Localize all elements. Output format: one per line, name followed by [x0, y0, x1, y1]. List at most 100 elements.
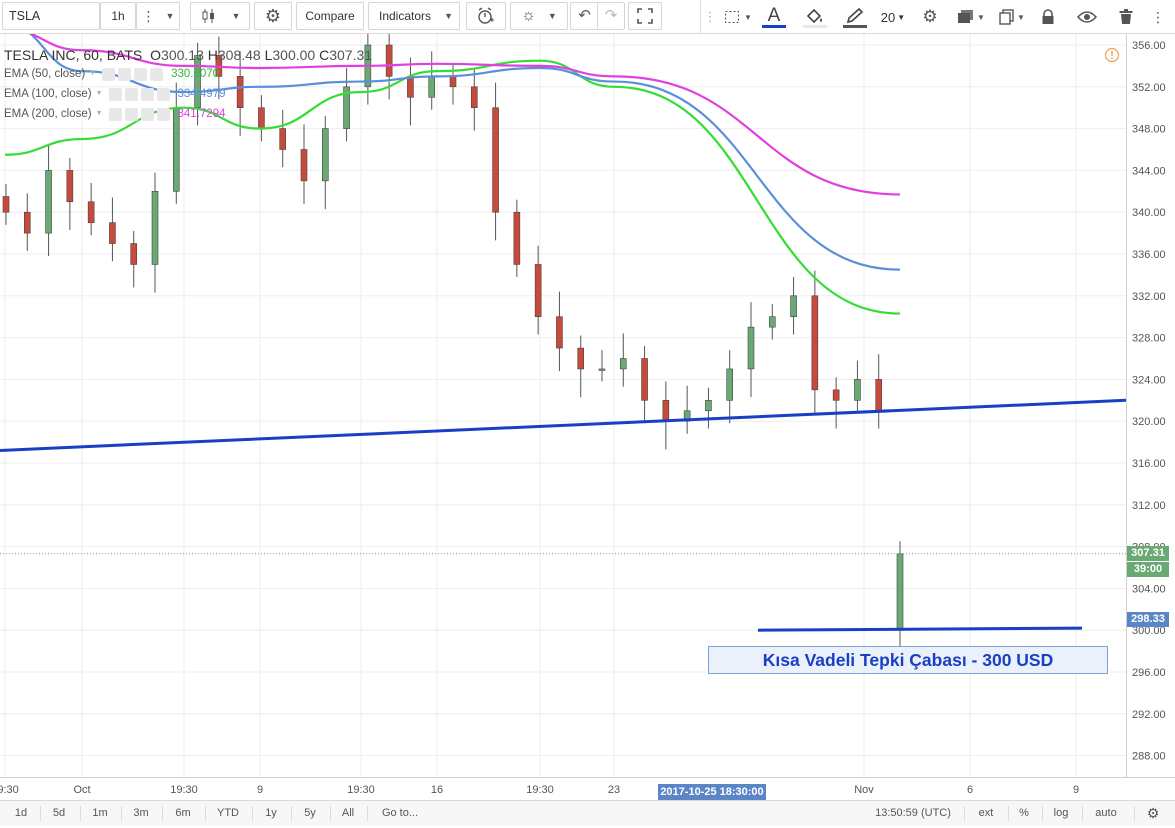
legend-ema100[interactable]: EMA (100, close) ▼ 334.4979	[4, 84, 372, 104]
eye-icon[interactable]	[108, 87, 122, 101]
divider	[367, 806, 368, 821]
fullscreen-icon	[637, 8, 653, 24]
y-tick-label: 312.00	[1132, 500, 1166, 512]
y-tick-label: 328.00	[1132, 333, 1166, 345]
visual-order-button[interactable]: ▼	[953, 4, 989, 30]
eye-icon[interactable]	[102, 67, 116, 81]
gear-icon[interactable]	[124, 107, 138, 121]
lightbulb-icon: ☼	[521, 7, 536, 24]
plus-icon[interactable]	[140, 87, 154, 101]
candle-up	[705, 399, 712, 412]
drawing-settings-button[interactable]: ⚙	[915, 4, 945, 30]
percent-toggle[interactable]: %	[1012, 801, 1036, 826]
range-ytd-button[interactable]: YTD	[209, 801, 247, 826]
line-width-button[interactable]: 20 ▼	[877, 4, 909, 30]
chevron-down-icon: ▼	[977, 12, 985, 22]
interval-menu-button[interactable]: ⋮ ▼	[136, 2, 180, 30]
hide-button[interactable]	[1073, 4, 1101, 30]
more-button[interactable]: ⋮	[1147, 4, 1169, 30]
indicators-button[interactable]: Indicators ▼	[368, 2, 460, 30]
legend-main-row[interactable]: TESLA INC, 60, BATS O300.13 H308.48 L300…	[4, 46, 372, 64]
range-1y-button[interactable]: 1y	[256, 801, 286, 826]
target-level-line	[757, 626, 1083, 632]
area-select-button[interactable]: ▼	[721, 4, 755, 30]
text-color-button[interactable]: A	[759, 4, 789, 30]
warning-icon[interactable]	[1104, 47, 1120, 63]
range-5y-button[interactable]: 5y	[295, 801, 325, 826]
divider	[291, 806, 292, 821]
plus-icon[interactable]	[134, 67, 148, 81]
interval-button[interactable]: 1h	[100, 2, 136, 30]
candle-down	[492, 107, 499, 213]
range-3m-button[interactable]: 3m	[125, 801, 157, 826]
compare-button[interactable]: Compare	[296, 2, 364, 30]
symbol-search-input[interactable]: TSLA	[2, 2, 100, 30]
divider	[121, 806, 122, 821]
fill-color-button[interactable]	[799, 4, 831, 30]
delete-button[interactable]	[1113, 4, 1139, 30]
candle-up	[598, 368, 606, 371]
y-tick-label: 332.00	[1132, 291, 1166, 303]
chart-style-button[interactable]: ▼	[190, 2, 250, 30]
close-label: C	[319, 47, 330, 63]
trash-icon	[1119, 9, 1133, 24]
legend-ema50[interactable]: EMA (50, close) ▼ 330.3070	[4, 64, 372, 84]
dashed-rect-icon	[725, 11, 740, 23]
candle-up	[151, 191, 159, 265]
auto-toggle[interactable]: auto	[1088, 801, 1124, 826]
divider	[162, 806, 163, 821]
range-5d-button[interactable]: 5d	[44, 801, 74, 826]
text-a-icon: A	[767, 5, 781, 26]
price-scale	[1126, 34, 1175, 777]
divider	[1042, 806, 1043, 821]
x-tick-label: 19:30	[170, 784, 198, 796]
price-chart[interactable]: 288.00292.00296.00300.00304.00308.00312.…	[0, 34, 1175, 800]
lock-button[interactable]	[1035, 4, 1061, 30]
eye-icon[interactable]	[108, 107, 122, 121]
candle-down	[556, 316, 563, 349]
candle-down	[534, 264, 542, 317]
candle-up	[321, 128, 329, 182]
layers-icon	[958, 10, 974, 23]
gear-icon[interactable]	[124, 87, 138, 101]
chevron-down-icon: ▼	[744, 12, 752, 22]
legend-ema200[interactable]: EMA (200, close) ▼ 341.7294	[4, 104, 372, 124]
close-icon[interactable]	[156, 107, 170, 121]
line-color-button[interactable]	[839, 4, 871, 30]
chart-area[interactable]: 288.00292.00296.00300.00304.00308.00312.…	[0, 34, 1175, 800]
drag-handle[interactable]: ⋮	[703, 4, 717, 30]
clone-button[interactable]: ▼	[995, 4, 1029, 30]
range-1d-button[interactable]: 1d	[6, 801, 36, 826]
candle-down	[23, 211, 31, 234]
plus-icon[interactable]	[140, 107, 154, 121]
ideas-button[interactable]: ☼ ▼	[510, 2, 568, 30]
annotation-text[interactable]: Kısa Vadeli Tepki Çabası - 300 USD	[708, 646, 1108, 674]
open-label: O	[150, 47, 162, 63]
range-all-button[interactable]: All	[334, 801, 362, 826]
ext-toggle[interactable]: ext	[968, 801, 1004, 826]
eye-icon	[1077, 11, 1097, 23]
redo-button[interactable]: ↷	[597, 2, 625, 30]
y-tick-label: 348.00	[1132, 124, 1166, 136]
fullscreen-button[interactable]	[628, 2, 662, 30]
candle-down	[811, 295, 819, 391]
chart-settings-button[interactable]: ⚙	[254, 2, 292, 30]
log-toggle[interactable]: log	[1046, 801, 1076, 826]
range-6m-button[interactable]: 6m	[166, 801, 200, 826]
redo-icon: ↷	[604, 7, 618, 24]
range-1m-button[interactable]: 1m	[84, 801, 116, 826]
divider	[205, 806, 206, 821]
candle-up	[747, 326, 755, 370]
gear-icon[interactable]	[118, 67, 132, 81]
candle-down	[875, 379, 883, 412]
divider	[1134, 806, 1135, 821]
goto-button[interactable]: Go to...	[372, 801, 428, 826]
close-icon[interactable]	[150, 67, 164, 81]
kebab-icon: ⋮	[141, 8, 156, 24]
ema200-value: 341.7294	[177, 108, 226, 120]
last-price-label: 307.31	[1127, 546, 1169, 561]
close-icon[interactable]	[156, 87, 170, 101]
alert-button[interactable]	[466, 2, 506, 30]
scale-settings-button[interactable]: ⚙	[1140, 801, 1166, 826]
undo-button[interactable]: ↶	[570, 2, 598, 30]
